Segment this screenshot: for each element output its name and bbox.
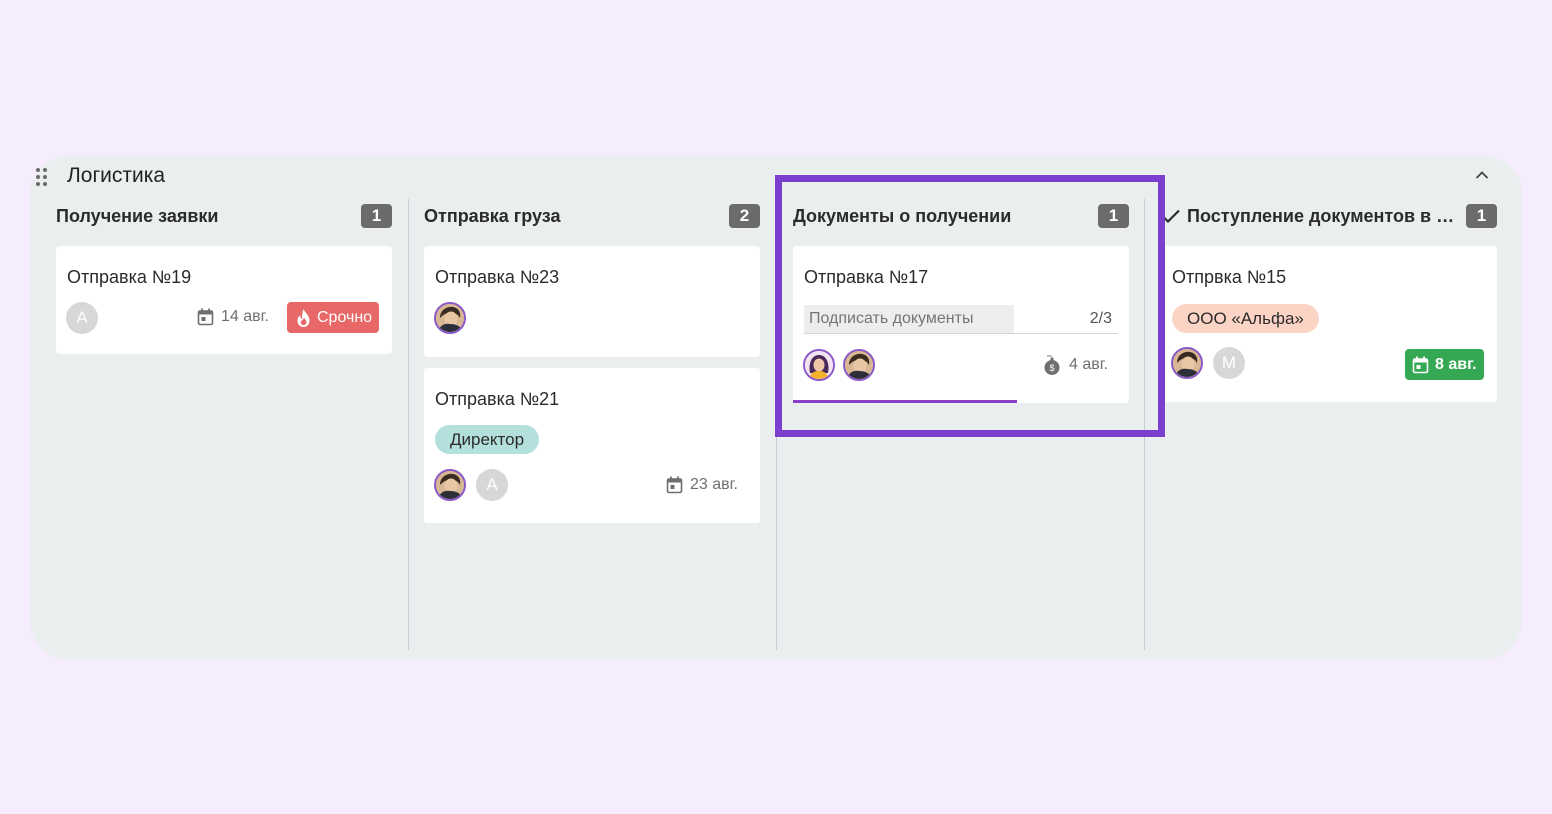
calendar-icon <box>1412 356 1429 373</box>
fire-icon <box>297 308 310 327</box>
due-date-badge: 8 авг. <box>1405 349 1484 380</box>
card-title: Отправка №23 <box>435 267 560 287</box>
column-title: Получение заявки <box>56 205 219 226</box>
due-date: 14 авг. <box>197 308 269 326</box>
card-shipment-21[interactable]: Отправка №21 Директор А 23 авг. <box>424 368 760 523</box>
chevron-up-icon[interactable] <box>1474 167 1490 183</box>
column-docs-received: Поступление документов в … 1 Отпрвка №15… <box>1161 199 1497 650</box>
column-count-badge: 2 <box>729 204 760 228</box>
column-header[interactable]: Отправка груза 2 <box>424 199 760 233</box>
column-request: Получение заявки 1 Отправка №19 А 14 авг… <box>56 199 392 650</box>
role-tag: Директор <box>435 425 540 454</box>
due-date: 23 авг. <box>666 476 738 494</box>
drag-handle-icon[interactable] <box>36 168 48 186</box>
avatar[interactable]: М <box>1213 347 1245 379</box>
avatar[interactable]: А <box>476 469 508 501</box>
card-shipment-19[interactable]: Отправка №19 А 14 авг. Срочно <box>56 246 392 354</box>
calendar-icon <box>197 308 214 326</box>
avatar[interactable]: А <box>66 302 98 334</box>
calendar-icon <box>666 476 683 494</box>
column-title: Отправка груза <box>424 205 561 226</box>
card-title: Отпрвка №15 <box>1172 267 1287 287</box>
avatar[interactable] <box>434 302 466 334</box>
highlight-frame <box>775 175 1165 437</box>
card-title: Отправка №19 <box>67 267 192 287</box>
column-shipping: Отправка груза 2 Отправка №23 Отправка №… <box>424 199 760 650</box>
avatar[interactable] <box>434 469 466 501</box>
column-divider <box>408 199 409 650</box>
company-tag: ООО «Альфа» <box>1172 304 1319 333</box>
column-title: Поступление документов в … <box>1161 206 1454 227</box>
group-title: Логистика <box>67 164 166 187</box>
urgent-badge: Срочно <box>287 302 380 333</box>
card-shipment-15[interactable]: Отпрвка №15 ООО «Альфа» М 8 авг. <box>1161 246 1497 402</box>
card-shipment-23[interactable]: Отправка №23 <box>424 246 760 357</box>
column-header[interactable]: Получение заявки 1 <box>56 199 392 233</box>
avatar[interactable] <box>1171 347 1203 379</box>
card-title: Отправка №21 <box>435 389 560 409</box>
column-header[interactable]: Поступление документов в … 1 <box>1161 199 1497 233</box>
column-count-badge: 1 <box>1466 204 1497 228</box>
column-count-badge: 1 <box>361 204 392 228</box>
